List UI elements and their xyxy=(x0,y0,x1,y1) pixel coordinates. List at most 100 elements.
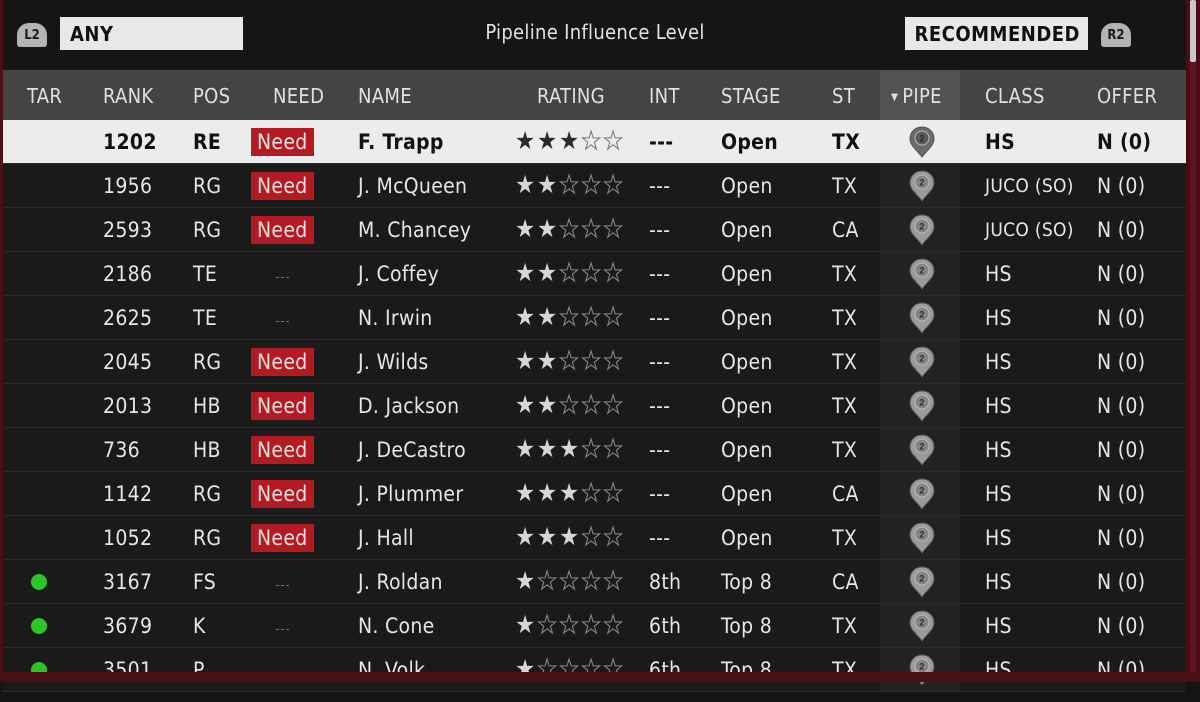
star-empty-icon: ★ xyxy=(537,610,558,639)
target-cell[interactable] xyxy=(31,648,51,691)
target-cell[interactable] xyxy=(31,604,51,647)
target-cell[interactable] xyxy=(31,208,51,251)
class-cell: HS xyxy=(985,306,1012,330)
star-filled-icon: ★ xyxy=(515,522,536,551)
class-cell: HS xyxy=(985,262,1012,286)
star-empty-icon: ★ xyxy=(603,522,624,551)
stage-cell: Open xyxy=(721,218,773,242)
table-row[interactable]: 1052 RG Need J. Hall ★ ★ ★ ★ ★ --- Open TX 2… xyxy=(3,516,1186,560)
svg-text:2: 2 xyxy=(919,310,924,320)
table-row[interactable]: 2593 RG Need M. Chancey ★ ★ ★ ★ ★ --- Open C… xyxy=(3,208,1186,252)
table-row[interactable]: 2013 HB Need D. Jackson ★ ★ ★ ★ ★ --- Open T… xyxy=(3,384,1186,428)
star-empty-icon: ★ xyxy=(581,522,602,551)
l2-button-icon[interactable]: L2 xyxy=(17,23,47,47)
stage-cell: Open xyxy=(721,438,773,462)
target-cell[interactable] xyxy=(31,560,51,603)
pipeline-cell: 2 xyxy=(909,472,935,515)
recruit-table: 1202 RE Need F. Trapp ★ ★ ★ ★ ★ --- Open TX … xyxy=(3,120,1186,692)
player-name: M. Chancey xyxy=(358,218,472,242)
target-cell[interactable] xyxy=(31,164,51,207)
table-row[interactable]: 1956 RG Need J. McQueen ★ ★ ★ ★ ★ --- Open T… xyxy=(3,164,1186,208)
player-name: N. Volk xyxy=(358,658,426,682)
table-row[interactable]: 3167 FS --- J. Roldan ★ ★ ★ ★ ★ 8th Top 8 CA… xyxy=(3,560,1186,604)
star-empty-icon: ★ xyxy=(581,302,602,331)
pipeline-cell: 2 xyxy=(909,648,935,691)
state-cell: TX xyxy=(832,394,858,418)
star-rating: ★ ★ ★ ★ ★ xyxy=(515,164,625,207)
rank-cell: 736 xyxy=(103,438,140,462)
table-row[interactable]: 1202 RE Need F. Trapp ★ ★ ★ ★ ★ --- Open TX … xyxy=(3,120,1186,164)
player-name: N. Irwin xyxy=(358,306,433,330)
header-tar[interactable]: TAR xyxy=(27,70,62,120)
header-class[interactable]: CLASS xyxy=(985,70,1045,120)
interest-cell: --- xyxy=(649,262,671,286)
state-cell: TX xyxy=(832,130,861,154)
target-cell[interactable] xyxy=(31,340,51,383)
table-row[interactable]: 1142 RG Need J. Plummer ★ ★ ★ ★ ★ --- Open C… xyxy=(3,472,1186,516)
need-empty: --- xyxy=(275,622,291,636)
table-row[interactable]: 3679 K --- N. Cone ★ ★ ★ ★ ★ 6th Top 8 TX 2 … xyxy=(3,604,1186,648)
star-rating: ★ ★ ★ ★ ★ xyxy=(515,208,625,251)
star-rating: ★ ★ ★ ★ ★ xyxy=(515,516,625,559)
r2-button-icon[interactable]: R2 xyxy=(1101,23,1131,47)
target-cell[interactable] xyxy=(31,384,51,427)
star-filled-icon: ★ xyxy=(515,610,536,639)
offer-cell: N (0) xyxy=(1097,394,1146,418)
header-pipe[interactable]: ▼ PIPE xyxy=(891,70,942,120)
star-filled-icon: ★ xyxy=(515,258,536,287)
header-st[interactable]: ST xyxy=(832,70,855,120)
stage-cell: Open xyxy=(721,394,773,418)
player-name: J. Wilds xyxy=(358,350,429,374)
sort-filter[interactable]: RECOMMENDED xyxy=(905,17,1088,50)
target-cell[interactable] xyxy=(31,472,51,515)
state-cell: TX xyxy=(832,262,858,286)
star-empty-icon: ★ xyxy=(559,566,580,595)
table-row[interactable]: 2625 TE --- N. Irwin ★ ★ ★ ★ ★ --- Open TX 2… xyxy=(3,296,1186,340)
stage-cell: Open xyxy=(721,130,779,154)
target-cell[interactable] xyxy=(31,516,51,559)
header-pos[interactable]: POS xyxy=(193,70,230,120)
svg-text:2: 2 xyxy=(919,178,924,188)
stage-cell: Top 8 xyxy=(721,614,773,638)
header-offer[interactable]: OFFER xyxy=(1097,70,1157,120)
header-rank[interactable]: RANK xyxy=(103,70,153,120)
position-cell: HB xyxy=(193,438,221,462)
star-rating: ★ ★ ★ ★ ★ xyxy=(515,384,625,427)
table-row[interactable]: 2045 RG Need J. Wilds ★ ★ ★ ★ ★ --- Open TX … xyxy=(3,340,1186,384)
frame-bottom-border xyxy=(0,672,1200,682)
stage-cell: Open xyxy=(721,174,773,198)
scrollbar-thumb[interactable] xyxy=(1190,0,1196,62)
star-empty-icon: ★ xyxy=(581,434,602,463)
header-need[interactable]: NEED xyxy=(273,70,324,120)
star-empty-icon: ★ xyxy=(581,214,602,243)
need-cell: Need xyxy=(251,516,314,559)
player-name: D. Jackson xyxy=(358,394,460,418)
star-rating: ★ ★ ★ ★ ★ xyxy=(515,604,625,647)
header-stage[interactable]: STAGE xyxy=(721,70,781,120)
need-badge: Need xyxy=(251,436,314,464)
rank-cell: 1956 xyxy=(103,174,153,198)
star-filled-icon: ★ xyxy=(515,214,536,243)
table-row[interactable]: 2186 TE --- J. Coffey ★ ★ ★ ★ ★ --- Open TX … xyxy=(3,252,1186,296)
interest-cell: 6th xyxy=(649,658,682,682)
position-filter[interactable]: ANY xyxy=(60,17,243,50)
offer-cell: N (0) xyxy=(1097,130,1152,154)
class-cell: HS xyxy=(985,658,1012,682)
table-row[interactable]: 736 HB Need J. DeCastro ★ ★ ★ ★ ★ --- Open T… xyxy=(3,428,1186,472)
header-rating[interactable]: RATING xyxy=(537,70,605,120)
page-title: Pipeline Influence Level xyxy=(485,20,705,44)
scrollbar-track[interactable] xyxy=(1190,0,1196,682)
player-name: J. McQueen xyxy=(358,174,468,198)
header-int[interactable]: INT xyxy=(649,70,680,120)
star-filled-icon: ★ xyxy=(537,522,558,551)
target-cell[interactable] xyxy=(31,120,51,163)
target-cell[interactable] xyxy=(31,252,51,295)
header-name[interactable]: NAME xyxy=(358,70,412,120)
target-cell[interactable] xyxy=(31,428,51,471)
star-empty-icon: ★ xyxy=(603,434,624,463)
table-row[interactable]: 3501 P --- N. Volk ★★★★★ 6th Top 8 TX 2 … xyxy=(3,648,1186,692)
interest-cell: --- xyxy=(649,218,671,242)
star-filled-icon: ★ xyxy=(515,126,536,155)
target-cell[interactable] xyxy=(31,296,51,339)
stage-cell: Open xyxy=(721,350,773,374)
